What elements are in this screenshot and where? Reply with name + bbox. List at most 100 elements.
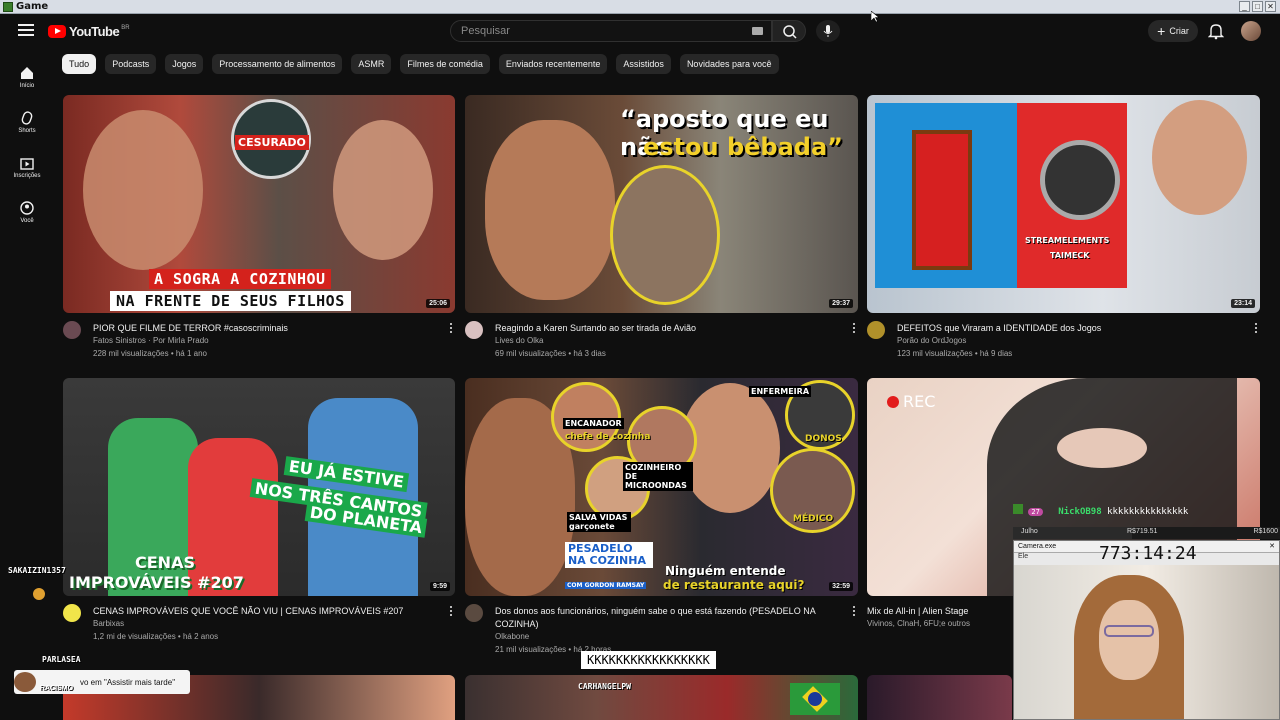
chip-watched[interactable]: Assistidos (616, 54, 671, 74)
microphone-icon (823, 25, 833, 37)
chip-comedy-films[interactable]: Filmes de comédia (400, 54, 490, 74)
voice-search-button[interactable] (816, 20, 840, 42)
more-actions-icon[interactable] (1254, 323, 1258, 333)
thumbnail-headline: NA FRENTE DE SEUS FILHOS (110, 291, 351, 311)
camera-title: Camera.exe (1018, 543, 1057, 550)
video-meta: Reagindo a Karen Surtando ao ser tirada … (465, 321, 858, 363)
more-actions-icon[interactable] (449, 606, 453, 616)
emote-icon (33, 588, 45, 600)
thumbnail-headline: IMPROVÁVEIS #207 (69, 573, 244, 592)
channel-name[interactable]: Barbixas (93, 619, 124, 628)
chat-message: 27 NickOB98 kkkkkkkkkkkkkkk (1013, 504, 1188, 517)
streamer-face (1099, 600, 1159, 680)
chip-all[interactable]: Tudo (62, 54, 97, 74)
video-title[interactable]: Dos donos aos funcionários, ninguém sabe… (495, 605, 845, 631)
search-icon (783, 25, 797, 39)
video-thumbnail[interactable] (867, 675, 1012, 720)
thumbnail-headline: Ninguém entende (665, 564, 786, 578)
person-face (1152, 100, 1247, 215)
thumbnail-headline: CENAS (135, 553, 195, 572)
thumbnail-label: chefe de cozinha (565, 432, 651, 442)
video-thumbnail[interactable] (465, 675, 858, 720)
sidebar-item-label: Shorts (18, 128, 36, 134)
sidebar-item-subscriptions[interactable]: Inscrições (0, 145, 54, 190)
you-icon (20, 201, 34, 215)
mouse-cursor-icon (871, 11, 879, 23)
video-thumbnail[interactable]: CESURADO A SOGRA A COZINHOU NA FRENTE DE… (63, 95, 455, 313)
brazil-flag (790, 683, 840, 715)
menu-icon[interactable] (18, 24, 34, 38)
chip-games[interactable]: Jogos (165, 54, 204, 74)
stream-viewer-label: SAKAIZIN1357 (8, 566, 66, 575)
anime-eye (1057, 428, 1147, 468)
keyboard-icon[interactable] (752, 27, 763, 35)
channel-avatar[interactable] (465, 604, 483, 622)
create-button[interactable]: + Criar (1148, 20, 1198, 42)
video-title[interactable]: Reagindo a Karen Surtando ao ser tirada … (495, 322, 696, 335)
video-meta: PIOR QUE FILME DE TERROR #casoscriminais… (63, 321, 455, 363)
video-title[interactable]: PIOR QUE FILME DE TERROR #casoscriminais (93, 322, 288, 335)
thumbnail-label: DONOS (805, 434, 842, 444)
video-title[interactable]: DEFEITOS que Viraram a IDENTIDADE dos Jo… (897, 322, 1101, 335)
more-actions-icon[interactable] (852, 606, 856, 616)
channel-avatar[interactable] (63, 321, 81, 339)
person-face (333, 120, 433, 260)
channel-name[interactable]: Porão do OrdJogos (897, 336, 966, 345)
sidebar-item-home[interactable]: Início (0, 55, 54, 100)
plus-icon: + (1157, 23, 1166, 39)
video-thumbnail[interactable]: EU JÁ ESTIVE NOS TRÊS CANTOS DO PLANETA … (63, 378, 455, 596)
more-actions-icon[interactable] (852, 323, 856, 333)
search-input[interactable] (451, 21, 731, 41)
record-icon (887, 396, 899, 408)
camera-window: Camera.exe ✕ Ele 773:14:24 (1013, 540, 1280, 720)
thumbnail-headline: de restaurante aqui? (663, 578, 805, 592)
stream-user-label: PARLASEA (42, 655, 81, 664)
sidebar-item-label: Início (19, 83, 35, 89)
video-title[interactable]: Mix de All-in | Alien Stage (867, 605, 968, 618)
search-button[interactable] (772, 20, 806, 42)
channel-name[interactable]: Lives do Olka (495, 336, 543, 345)
notifications-bell-icon[interactable] (1208, 22, 1224, 40)
sidebar-item-shorts[interactable]: Shorts (0, 100, 54, 145)
more-actions-icon[interactable] (449, 323, 453, 333)
chip-food-processing[interactable]: Processamento de alimentos (212, 54, 343, 74)
shorts-icon (21, 111, 33, 125)
chip-asmr[interactable]: ASMR (351, 54, 392, 74)
channel-name[interactable]: Olkabone (495, 632, 529, 641)
channel-avatar[interactable] (867, 321, 885, 339)
thumbnail-headline: estou bêbada” (643, 133, 843, 161)
video-stats: 228 mil visualizações • há 1 ano (93, 349, 207, 358)
close-icon[interactable]: ✕ (1269, 541, 1275, 552)
video-title[interactable]: CENAS IMPROVÁVEIS QUE VOCÊ NÃO VIU | CEN… (93, 605, 403, 618)
channel-avatar[interactable] (63, 604, 81, 622)
youtube-logo[interactable]: YouTube BR (48, 24, 130, 39)
video-thumbnail[interactable]: ENCANADOR chefe de cozinha COZINHEIRO DE… (465, 378, 858, 596)
account-avatar[interactable] (1241, 21, 1261, 41)
donation-goal-bar: Julho R$719.51 R$1600 (1013, 527, 1280, 539)
tooltip: RACISMO vo em "Assistir mais tarde" (14, 670, 190, 694)
tooltip-user: RACISMO (40, 685, 74, 692)
thumbnail-headline: PESADELO NA COZINHA (565, 542, 653, 568)
thumbnail-headline: A SOGRA A COZINHOU (149, 269, 331, 289)
video-meta: Mix de All-in | Alien Stage Vivinos, Cln… (867, 604, 1012, 634)
chip-podcasts[interactable]: Podcasts (105, 54, 157, 74)
chip-recently-uploaded[interactable]: Enviados recentemente (498, 54, 608, 74)
minimize-button[interactable]: _ (1239, 1, 1250, 12)
subscriptions-icon (20, 158, 34, 170)
search-box (450, 20, 772, 42)
maximize-button[interactable]: □ (1252, 1, 1263, 12)
chat-text: kkkkkkkkkkkkkkk (1107, 507, 1189, 517)
channel-name[interactable]: Fatos Sinistros · Por Mirla Prado (93, 336, 209, 345)
video-thumbnail[interactable]: STREAMELEMENTS TAIMECK 23:14 (867, 95, 1260, 313)
video-thumbnail[interactable]: “aposto que eu não estou bêbada” 29:37 (465, 95, 858, 313)
video-meta: Dos donos aos funcionários, ninguém sabe… (465, 604, 858, 656)
close-button[interactable]: ✕ (1265, 1, 1276, 12)
channel-name[interactable]: Vivinos, ClnaH, 6FU;e outros (867, 619, 970, 628)
duration-badge: 29:37 (829, 299, 853, 308)
filter-chips: Tudo Podcasts Jogos Processamento de ali… (62, 54, 779, 74)
duration-badge: 25:06 (426, 299, 450, 308)
channel-avatar[interactable] (465, 321, 483, 339)
sidebar-item-you[interactable]: Você (0, 190, 54, 235)
thumbnail-headline: COM GORDON RAMSAY (565, 582, 647, 589)
chip-new-to-you[interactable]: Novidades para você (679, 54, 779, 74)
